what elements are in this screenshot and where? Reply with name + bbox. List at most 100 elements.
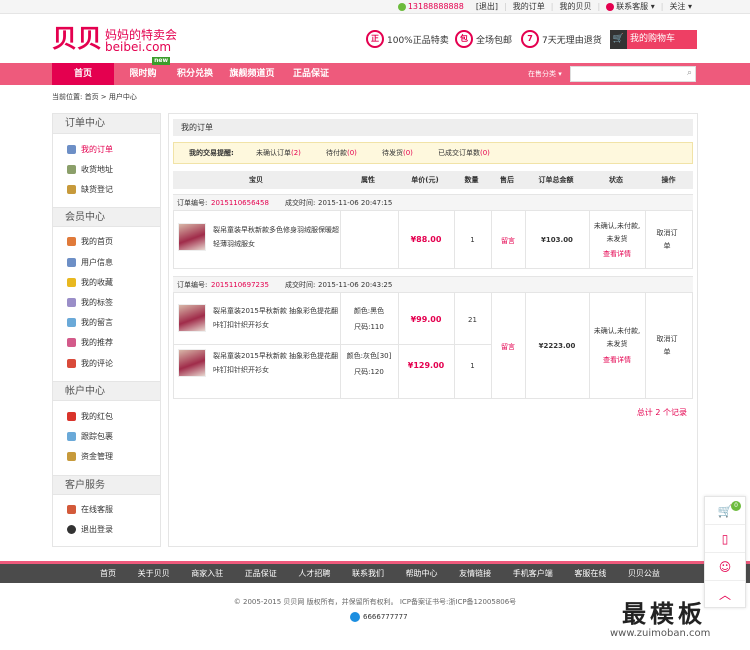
sidebar-group-service: 客户服务 bbox=[53, 475, 160, 495]
product-name[interactable]: 裂帛童装早秋新款多色修身羽绒服保暖超轻薄羽绒服女 bbox=[213, 223, 339, 251]
product-image[interactable] bbox=[178, 304, 206, 332]
logout-link[interactable]: [退出] bbox=[470, 2, 504, 12]
footer-link[interactable]: 客服在线 bbox=[574, 564, 606, 583]
referral-icon bbox=[67, 338, 76, 347]
footer-link[interactable]: 关于贝贝 bbox=[138, 564, 170, 583]
support-icon bbox=[67, 505, 76, 514]
float-service-button[interactable]: ☺ bbox=[705, 553, 745, 581]
reminder-completed[interactable]: 已成交订单数(0) bbox=[438, 143, 490, 163]
quantity: 1 bbox=[470, 236, 475, 244]
product-item[interactable]: 裂帛童装2015早秋新款 抽象彩色提花翻咔钉扣针织开衫女 bbox=[178, 304, 339, 332]
cancel-order-link[interactable]: 取消订单 bbox=[654, 227, 680, 253]
logo-domain: beibei.com bbox=[105, 40, 172, 54]
float-cart-button[interactable]: 🛒 0 bbox=[705, 497, 745, 525]
sidebar-item-user-info[interactable]: 用户信息 bbox=[67, 256, 113, 270]
sidebar-item-out-of-stock[interactable]: 缺货登记 bbox=[67, 183, 113, 197]
search-input[interactable]: ⌕ bbox=[570, 66, 696, 82]
sidebar-item-track-package[interactable]: 跟踪包裹 bbox=[67, 430, 113, 444]
user-phone[interactable]: 13188888888 bbox=[392, 2, 470, 12]
order-number[interactable]: 2015110697235 bbox=[211, 277, 269, 293]
sidebar-item-favorites[interactable]: 我的收藏 bbox=[67, 276, 113, 290]
product-name[interactable]: 裂帛童装2015早秋新款 抽象彩色提花翻咔钉扣针织开衫女 bbox=[213, 304, 339, 332]
page-title: 我的订单 bbox=[173, 119, 693, 136]
product-image[interactable] bbox=[178, 223, 206, 251]
reminder-unshipped[interactable]: 待发货(0) bbox=[382, 143, 413, 163]
footer-link[interactable]: 帮助中心 bbox=[406, 564, 438, 583]
view-detail-link[interactable]: 查看详情 bbox=[589, 249, 645, 259]
footer-link[interactable]: 贝贝公益 bbox=[628, 564, 660, 583]
quantity: 1 bbox=[470, 362, 475, 370]
view-detail-link[interactable]: 查看详情 bbox=[589, 355, 645, 365]
aftersale-link[interactable]: 留言 bbox=[491, 342, 525, 352]
nav-home[interactable]: 首页 bbox=[52, 63, 114, 85]
sidebar-group-account: 帐户中心 bbox=[53, 381, 160, 401]
order-total: ¥2223.00 bbox=[538, 342, 576, 350]
footer-link[interactable]: 首页 bbox=[100, 564, 116, 583]
cart-button[interactable]: 🛒 我的购物车 bbox=[610, 30, 697, 49]
follow-link[interactable]: 关注 ▾ bbox=[663, 2, 698, 12]
footer-link[interactable]: 联系我们 bbox=[352, 564, 384, 583]
product-name[interactable]: 裂帛童装2015早秋新款 抽象彩色提花翻咔钉扣针织开衫女 bbox=[213, 349, 339, 377]
service-icon: ☺ bbox=[718, 560, 732, 574]
product-attributes: 颜色:灰色[30] 尺码:120 bbox=[346, 352, 392, 376]
back-to-top-button[interactable]: ︿ bbox=[705, 581, 745, 609]
sidebar-item-tags[interactable]: 我的标签 bbox=[67, 296, 113, 310]
trade-reminder: 我的交易提醒: 未确认订单(2) 待付款(0) 待发货(0) 已成交订单数(0) bbox=[173, 142, 693, 164]
sidebar-item-logout[interactable]: 退出登录 bbox=[67, 523, 113, 537]
logo[interactable]: 贝贝 妈妈的特卖会 beibei.com bbox=[52, 24, 182, 56]
sidebar-item-red-packet[interactable]: 我的红包 bbox=[67, 410, 113, 424]
search-icon[interactable]: ⌕ bbox=[687, 68, 692, 78]
flag-icon bbox=[67, 359, 76, 368]
my-orders-link[interactable]: 我的订单 bbox=[507, 2, 551, 12]
unit-price: ¥99.00 bbox=[410, 315, 442, 324]
sidebar-item-address[interactable]: 收货地址 bbox=[67, 163, 113, 177]
footer-link[interactable]: 手机客户端 bbox=[513, 564, 553, 583]
genuine-icon: 正 bbox=[366, 30, 384, 48]
category-dropdown[interactable]: 在售分类 ▾ bbox=[528, 69, 562, 79]
order-status: 未确认,未付款,未发货 bbox=[593, 222, 641, 243]
footer-link[interactable]: 人才招聘 bbox=[298, 564, 330, 583]
nav-flagship[interactable]: 旗舰频道页 bbox=[218, 63, 286, 85]
cancel-order-link[interactable]: 取消订单 bbox=[654, 333, 680, 359]
reminder-unconfirmed[interactable]: 未确认订单(2) bbox=[256, 143, 301, 163]
col-price: 单价(元) bbox=[411, 176, 439, 184]
col-aftersale: 售后 bbox=[500, 176, 514, 184]
product-item[interactable]: 裂帛童装早秋新款多色修身羽绒服保暖超轻薄羽绒服女 bbox=[178, 223, 339, 251]
product-image[interactable] bbox=[178, 349, 206, 377]
sidebar-item-referrals[interactable]: 我的推荐 bbox=[67, 336, 113, 350]
record-summary: 总计 2 个记录 bbox=[636, 408, 687, 417]
my-beibei-link[interactable]: 我的贝贝 bbox=[553, 2, 597, 12]
sidebar-item-home[interactable]: 我的首页 bbox=[67, 235, 113, 249]
customer-service-icon bbox=[606, 2, 615, 11]
floating-toolbar: 🛒 0 ▯ ☺ ︿ bbox=[704, 496, 746, 608]
col-attr: 属性 bbox=[361, 176, 375, 184]
col-action: 操作 bbox=[661, 176, 676, 184]
customer-service-link[interactable]: 联系客服 ▾ bbox=[600, 2, 661, 12]
sidebar-item-funds[interactable]: 资金管理 bbox=[67, 450, 113, 464]
nav-guarantee[interactable]: 正品保证 bbox=[286, 63, 336, 85]
aftersale-link[interactable]: 留言 bbox=[491, 236, 525, 246]
sidebar-item-comments[interactable]: 我的评论 bbox=[67, 357, 113, 371]
col-qty: 数量 bbox=[464, 176, 479, 184]
user-icon bbox=[397, 2, 406, 11]
order-row: 裂帛童装2015早秋新款 抽象彩色提花翻咔钉扣针织开衫女 颜色:黑色 尺码:110… bbox=[173, 293, 693, 399]
sidebar-item-messages[interactable]: 我的留言 bbox=[67, 316, 113, 330]
order-number[interactable]: 2015110656458 bbox=[211, 195, 269, 211]
footer-link[interactable]: 友情链接 bbox=[459, 564, 491, 583]
footer-link[interactable]: 正品保证 bbox=[245, 564, 277, 583]
footer-link[interactable]: 商家入驻 bbox=[191, 564, 223, 583]
unit-price: ¥88.00 bbox=[410, 235, 442, 244]
qq-contact[interactable]: 6666777777 bbox=[350, 612, 408, 622]
cart-badge: 0 bbox=[731, 501, 741, 511]
cart-label: 我的购物车 bbox=[630, 34, 676, 44]
main-panel: 我的订单 我的交易提醒: 未确认订单(2) 待付款(0) 待发货(0) 已成交订… bbox=[168, 113, 698, 547]
reminder-unpaid[interactable]: 待付款(0) bbox=[326, 143, 357, 163]
product-item[interactable]: 裂帛童装2015早秋新款 抽象彩色提花翻咔钉扣针织开衫女 bbox=[178, 349, 339, 377]
star-icon bbox=[67, 278, 76, 287]
nav-points[interactable]: 积分兑换 bbox=[172, 63, 218, 85]
sidebar-item-online-service[interactable]: 在线客服 bbox=[67, 503, 113, 517]
float-mobile-button[interactable]: ▯ bbox=[705, 525, 745, 553]
sidebar-item-my-orders[interactable]: 我的订单 bbox=[67, 143, 113, 157]
nav-flash-sale[interactable]: 限时购 new bbox=[114, 57, 172, 85]
mobile-icon: ▯ bbox=[721, 532, 729, 546]
